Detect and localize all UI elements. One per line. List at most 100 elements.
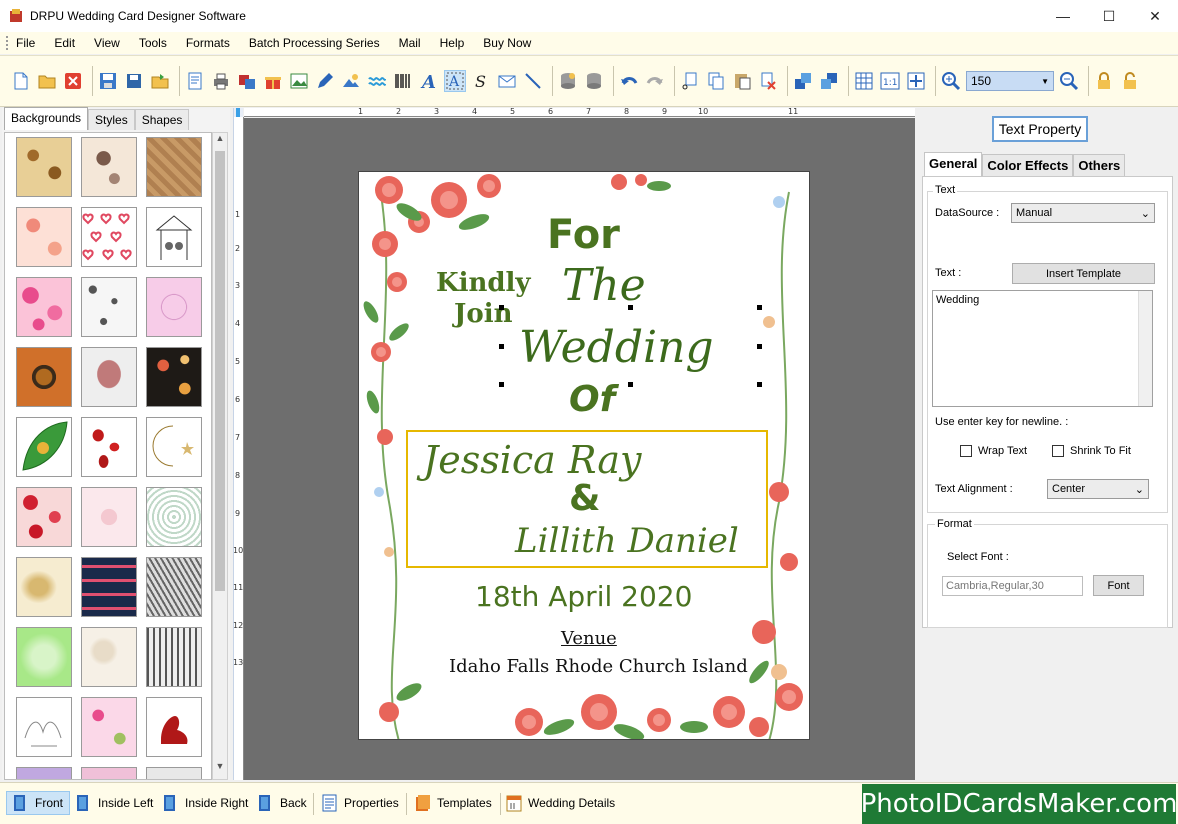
bring-front-icon[interactable] [792, 70, 814, 92]
menu-help[interactable]: Help [440, 36, 465, 50]
card-kindly-join-text[interactable]: Kindly Join [436, 268, 531, 330]
background-thumbnail[interactable] [81, 277, 137, 337]
background-thumbnail[interactable] [146, 277, 202, 337]
background-thumbnail[interactable] [146, 557, 202, 617]
selection-handle[interactable] [499, 382, 504, 387]
background-thumbnail[interactable] [81, 417, 137, 477]
background-thumbnail[interactable] [16, 207, 72, 267]
unlock-icon[interactable] [1119, 70, 1141, 92]
fit-window-icon[interactable] [905, 70, 927, 92]
background-thumbnail[interactable] [16, 557, 72, 617]
background-thumbnail[interactable] [146, 487, 202, 547]
font-field[interactable]: Cambria,Regular,30 [942, 576, 1083, 596]
inside-right-button[interactable]: Inside Right [163, 791, 248, 815]
export-icon[interactable] [149, 70, 171, 92]
back-button[interactable]: Back [258, 791, 307, 815]
selection-handle[interactable] [757, 382, 762, 387]
maximize-button[interactable]: ☐ [1086, 0, 1132, 32]
card-the-text[interactable]: The [562, 260, 646, 311]
close-file-icon[interactable] [62, 70, 84, 92]
background-thumbnail[interactable] [81, 557, 137, 617]
delete-icon[interactable] [757, 70, 779, 92]
menu-view[interactable]: View [94, 36, 120, 50]
menu-batch-processing[interactable]: Batch Processing Series [249, 36, 380, 50]
background-thumbnail[interactable] [81, 767, 137, 779]
font-button[interactable]: Font [1093, 575, 1144, 596]
zoom-in-icon[interactable] [940, 70, 962, 92]
zoom-out-icon[interactable] [1058, 70, 1080, 92]
templates-button[interactable]: Templates [415, 791, 492, 815]
tab-general[interactable]: General [924, 152, 983, 176]
print-batch-icon[interactable] [236, 70, 258, 92]
background-thumbnail[interactable] [146, 137, 202, 197]
mail-icon[interactable] [496, 70, 518, 92]
save-as-icon[interactable] [123, 70, 145, 92]
database-settings-icon[interactable] [583, 70, 605, 92]
selection-handle[interactable] [628, 382, 633, 387]
image-icon[interactable] [288, 70, 310, 92]
front-button[interactable]: Front [6, 791, 70, 815]
pen-icon[interactable] [314, 70, 336, 92]
background-thumbnail[interactable] [16, 277, 72, 337]
background-thumbnail[interactable] [146, 347, 202, 407]
menu-formats[interactable]: Formats [186, 36, 230, 50]
background-thumbnail[interactable] [81, 487, 137, 547]
selection-handle[interactable] [499, 344, 504, 349]
redo-icon[interactable] [644, 70, 666, 92]
scroll-up-icon[interactable]: ▲ [213, 133, 227, 149]
gift-icon[interactable] [262, 70, 284, 92]
selection-handle[interactable] [757, 305, 762, 310]
grid-icon[interactable] [853, 70, 875, 92]
card-bride-name[interactable]: Lillith Daniel [515, 521, 739, 561]
wedding-card[interactable]: For Kindly Join The Wedding Of Jessica R… [358, 171, 810, 740]
minimize-button[interactable]: — [1040, 0, 1086, 32]
menu-mail[interactable]: Mail [399, 36, 421, 50]
send-back-icon[interactable] [818, 70, 840, 92]
lock-icon[interactable] [1093, 70, 1115, 92]
inside-left-button[interactable]: Inside Left [76, 791, 153, 815]
background-thumbnail[interactable] [81, 347, 137, 407]
card-for-text[interactable]: For [547, 212, 620, 258]
new-icon[interactable] [10, 70, 32, 92]
selection-handle[interactable] [757, 344, 762, 349]
barcode-icon[interactable] [392, 70, 414, 92]
shrink-to-fit-checkbox[interactable] [1052, 445, 1064, 457]
actual-size-icon[interactable]: 1:1 [879, 70, 901, 92]
text-tool-icon[interactable]: A [444, 70, 466, 92]
wedding-details-button[interactable]: Wedding Details [506, 791, 615, 815]
page-setup-icon[interactable] [184, 70, 206, 92]
background-thumbnail[interactable] [146, 207, 202, 267]
paste-icon[interactable] [731, 70, 753, 92]
background-thumbnail[interactable] [146, 697, 202, 757]
signature-icon[interactable]: S [470, 70, 492, 92]
text-content-area[interactable]: Wedding [932, 290, 1153, 407]
datasource-select[interactable]: Manual ⌄ [1011, 203, 1155, 223]
scrollbar-thumb[interactable] [215, 151, 225, 591]
background-thumbnail[interactable] [16, 487, 72, 547]
card-venue-label[interactable]: Venue [561, 628, 617, 649]
background-thumbnail[interactable] [16, 347, 72, 407]
tab-backgrounds[interactable]: Backgrounds [4, 107, 89, 130]
tab-styles[interactable]: Styles [88, 109, 135, 130]
close-button[interactable]: ✕ [1132, 0, 1178, 32]
card-venue-address[interactable]: Idaho Falls Rhode Church Island [449, 656, 748, 677]
background-thumbnail[interactable] [16, 767, 72, 779]
text-art-icon[interactable]: A [418, 70, 440, 92]
menu-edit[interactable]: Edit [54, 36, 75, 50]
selection-handle[interactable] [628, 305, 633, 310]
background-thumbnail[interactable] [81, 627, 137, 687]
chevron-down-icon[interactable]: ▼ [1041, 77, 1049, 86]
print-icon[interactable] [210, 70, 232, 92]
background-thumbnail[interactable] [16, 137, 72, 197]
alignment-select[interactable]: Center ⌄ [1047, 479, 1149, 499]
background-thumbnail[interactable] [146, 767, 202, 779]
card-wedding-text[interactable]: Wedding [519, 322, 714, 373]
card-groom-name[interactable]: Jessica Ray [423, 438, 642, 482]
database-icon[interactable] [557, 70, 579, 92]
card-ampersand[interactable]: & [569, 478, 600, 519]
cut-icon[interactable] [679, 70, 701, 92]
save-icon[interactable] [97, 70, 119, 92]
tab-color-effects[interactable]: Color Effects [982, 154, 1074, 176]
open-icon[interactable] [36, 70, 58, 92]
shape-fill-icon[interactable] [340, 70, 362, 92]
